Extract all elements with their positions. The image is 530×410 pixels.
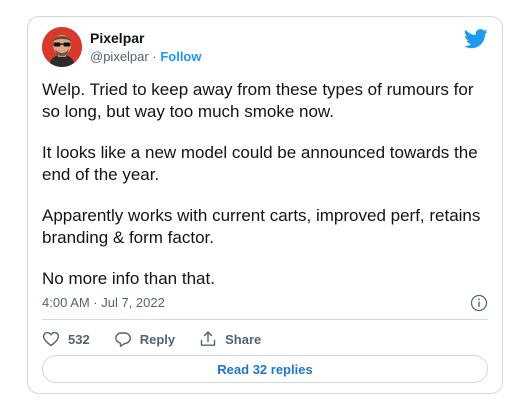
tweet-paragraph: It looks like a new model could be annou… <box>42 143 478 184</box>
share-label: Share <box>225 331 262 347</box>
share-icon <box>200 331 216 346</box>
info-icon[interactable] <box>470 294 488 312</box>
tweet-actions: 532 Reply Share <box>42 329 285 349</box>
author-handle[interactable]: @pixelpar <box>90 49 149 64</box>
tweet-timestamp[interactable]: 4:00 AM · Jul 7, 2022 <box>42 294 165 312</box>
author-block: Pixelpar @pixelpar · Follow <box>90 29 202 66</box>
like-count: 532 <box>68 331 90 347</box>
divider <box>42 319 488 320</box>
tweet-header: Pixelpar @pixelpar · Follow <box>42 27 488 71</box>
comment-icon <box>114 332 131 347</box>
tweet-text: Welp. Tried to keep away from these type… <box>42 79 492 290</box>
twitter-bird-icon[interactable] <box>464 29 488 49</box>
tweet-paragraph: Apparently works with current carts, imp… <box>42 206 481 247</box>
avatar-illustration <box>42 27 82 67</box>
reply-button[interactable]: Reply <box>114 330 175 348</box>
share-button[interactable]: Share <box>199 330 261 348</box>
author-display-name[interactable]: Pixelpar <box>90 29 202 47</box>
follow-button[interactable]: Follow <box>160 49 201 64</box>
handle-separator: · <box>152 49 157 64</box>
like-button[interactable]: 532 <box>42 330 90 348</box>
avatar[interactable] <box>42 27 82 67</box>
tweet-paragraph: Welp. Tried to keep away from these type… <box>42 80 474 121</box>
heart-icon <box>42 331 60 347</box>
read-replies-button[interactable]: Read 32 replies <box>42 355 488 383</box>
tweet-card: Pixelpar @pixelpar · Follow Welp. Tried … <box>27 16 503 394</box>
author-handle-row: @pixelpar · Follow <box>90 48 202 66</box>
tweet-paragraph: No more info than that. <box>42 269 215 288</box>
reply-label: Reply <box>139 331 176 347</box>
